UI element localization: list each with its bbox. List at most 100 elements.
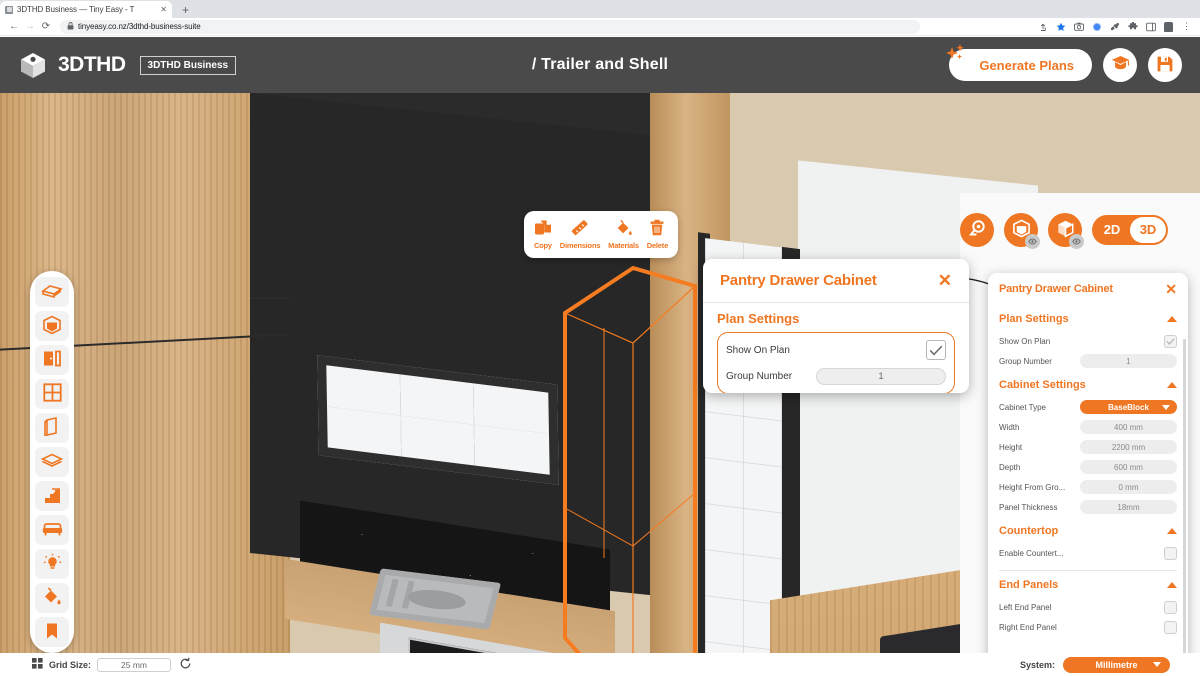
browser-tab[interactable]: 3DTHD Business — Tiny Easy - T ✕ <box>0 1 172 18</box>
forward-icon[interactable]: → <box>22 19 38 35</box>
group-number-row: Group Number 1 <box>726 363 946 389</box>
properties-panel-header: Pantry Drawer Cabinet ✕ <box>988 273 1188 305</box>
learning-button[interactable] <box>1103 48 1137 82</box>
view-2d-option[interactable]: 2D <box>1094 217 1130 243</box>
visibility-badge[interactable] <box>1069 234 1084 249</box>
browser-actions: ⋮ <box>1037 21 1194 32</box>
star-icon[interactable] <box>1055 21 1066 32</box>
view-3d-option[interactable]: 3D <box>1130 217 1166 243</box>
sidebar-item-shell[interactable] <box>35 311 69 341</box>
camera-icon[interactable] <box>1073 21 1084 32</box>
row-cabinet-type: Cabinet Type BaseBlock <box>999 397 1177 417</box>
viewport-3d[interactable]: Copy Dimensions Materials Delete 2D 3D P… <box>0 93 1200 653</box>
reset-button[interactable] <box>177 657 193 673</box>
dimensions-button[interactable]: Dimensions <box>559 219 601 250</box>
sidebar-item-stairs[interactable] <box>35 481 69 511</box>
app-logo[interactable]: 3DTHD 3DTHD Business <box>18 50 237 80</box>
sidebar-item-bookmark[interactable] <box>35 617 69 647</box>
section-header-cabinet-settings[interactable]: Cabinet Settings <box>999 379 1177 391</box>
section-title: Plan Settings <box>999 313 1069 325</box>
row-label: Depth <box>999 462 1021 472</box>
puzzle-icon[interactable] <box>1127 21 1138 32</box>
grid-size-input[interactable]: 25 mm <box>97 657 172 672</box>
dimensions-label: Dimensions <box>559 241 601 250</box>
section-header-plan-settings[interactable]: Plan Settings <box>999 313 1177 325</box>
kebab-menu-icon[interactable]: ⋮ <box>1181 21 1192 32</box>
close-icon[interactable]: ✕ <box>158 5 167 14</box>
callout-section-title: Plan Settings <box>717 311 800 326</box>
ruler-icon <box>571 219 589 240</box>
eyedropper-icon[interactable] <box>1109 21 1120 32</box>
sidebar-item-furniture[interactable] <box>35 515 69 545</box>
panel-thickness-input[interactable]: 18mm <box>1080 500 1177 514</box>
unit-system-value: Millimetre <box>1095 659 1138 670</box>
sidebar-item-materials[interactable] <box>35 583 69 613</box>
address-bar[interactable]: tinyeasy.co.nz/3dthd-business-suite <box>60 19 920 34</box>
sidebar-item-wall[interactable] <box>35 413 69 443</box>
row-height-from-ground: Height From Gro... 0 mm <box>999 477 1177 497</box>
sidebar-item-floor[interactable] <box>35 447 69 477</box>
row-group-number: Group Number 1 <box>999 351 1177 371</box>
depth-input[interactable]: 600 mm <box>1080 460 1177 474</box>
show-on-plan-checkbox[interactable] <box>1164 334 1177 348</box>
height-from-ground-input[interactable]: 0 mm <box>1080 480 1177 494</box>
circle-icon[interactable] <box>1091 21 1102 32</box>
section-header-end-panels[interactable]: End Panels <box>999 579 1177 591</box>
sidebar-item-lighting[interactable] <box>35 549 69 579</box>
profile-icon[interactable] <box>1163 21 1174 32</box>
browser-tab-title: 3DTHD Business — Tiny Easy - T <box>17 5 135 14</box>
cabinet-type-select[interactable]: BaseBlock <box>1080 400 1177 414</box>
generate-plans-button[interactable]: Generate Plans <box>946 44 1092 81</box>
chevron-up-icon[interactable] <box>1167 316 1177 322</box>
sidebar-item-trailer[interactable] <box>35 277 69 307</box>
materials-button[interactable]: Materials <box>608 219 639 250</box>
trash-icon <box>649 219 665 240</box>
copy-icon <box>534 219 552 240</box>
app-logo-text: 3DTHD <box>58 53 126 76</box>
sidebar-item-door[interactable] <box>35 345 69 375</box>
properties-panel-body[interactable]: Plan Settings Show On Plan Group Number … <box>988 305 1188 653</box>
row-label: Right End Panel <box>999 622 1057 632</box>
show-on-plan-checkbox[interactable] <box>926 340 946 360</box>
row-label: Height <box>999 442 1023 452</box>
cube-logo-icon <box>18 50 48 80</box>
unit-system-select[interactable]: Millimetre <box>1063 656 1170 673</box>
chevron-up-icon[interactable] <box>1167 528 1177 534</box>
row-width: Width 400 mm <box>999 417 1177 437</box>
copy-button[interactable]: Copy <box>534 219 552 250</box>
chevron-up-icon[interactable] <box>1167 382 1177 388</box>
sidebar-item-window[interactable] <box>35 379 69 409</box>
grid-size-label: Grid Size: <box>49 659 92 670</box>
reload-icon[interactable]: ⟳ <box>38 19 54 35</box>
new-tab-button[interactable]: + <box>182 4 189 16</box>
shell-visibility-button[interactable] <box>1004 213 1040 249</box>
close-icon[interactable]: ✕ <box>1165 282 1177 296</box>
panel-icon[interactable] <box>1145 21 1156 32</box>
properties-panel: Pantry Drawer Cabinet ✕ Plan Settings Sh… <box>988 273 1188 653</box>
row-right-end-panel: Right End Panel <box>999 617 1177 637</box>
delete-button[interactable]: Delete <box>647 219 668 250</box>
visibility-badge[interactable] <box>1025 234 1040 249</box>
group-number-input[interactable]: 1 <box>816 367 946 385</box>
save-button[interactable] <box>1148 48 1182 82</box>
share-icon[interactable] <box>1037 21 1048 32</box>
close-icon[interactable]: ✕ <box>938 272 952 289</box>
chevron-up-icon[interactable] <box>1167 582 1177 588</box>
panel-scrollbar[interactable] <box>1183 339 1186 653</box>
row-label: Enable Countert... <box>999 548 1064 558</box>
status-bar: Grid Size: 25 mm System: Millimetre <box>0 653 1200 676</box>
floor-slab-icon <box>40 453 64 471</box>
chevron-down-icon <box>1153 662 1161 667</box>
group-number-input[interactable]: 1 <box>1080 354 1177 368</box>
room-visibility-button[interactable] <box>1048 213 1084 249</box>
section-header-countertop[interactable]: Countertop <box>999 525 1177 537</box>
delete-label: Delete <box>646 241 669 250</box>
measure-view-button[interactable] <box>960 213 994 247</box>
enable-countertop-checkbox[interactable] <box>1164 546 1177 560</box>
width-input[interactable]: 400 mm <box>1080 420 1177 434</box>
left-end-panel-checkbox[interactable] <box>1164 600 1177 614</box>
height-input[interactable]: 2200 mm <box>1080 440 1177 454</box>
right-end-panel-checkbox[interactable] <box>1164 620 1177 634</box>
dimension-toggle[interactable]: 2D 3D <box>1092 215 1168 245</box>
back-icon[interactable]: ← <box>6 19 22 35</box>
